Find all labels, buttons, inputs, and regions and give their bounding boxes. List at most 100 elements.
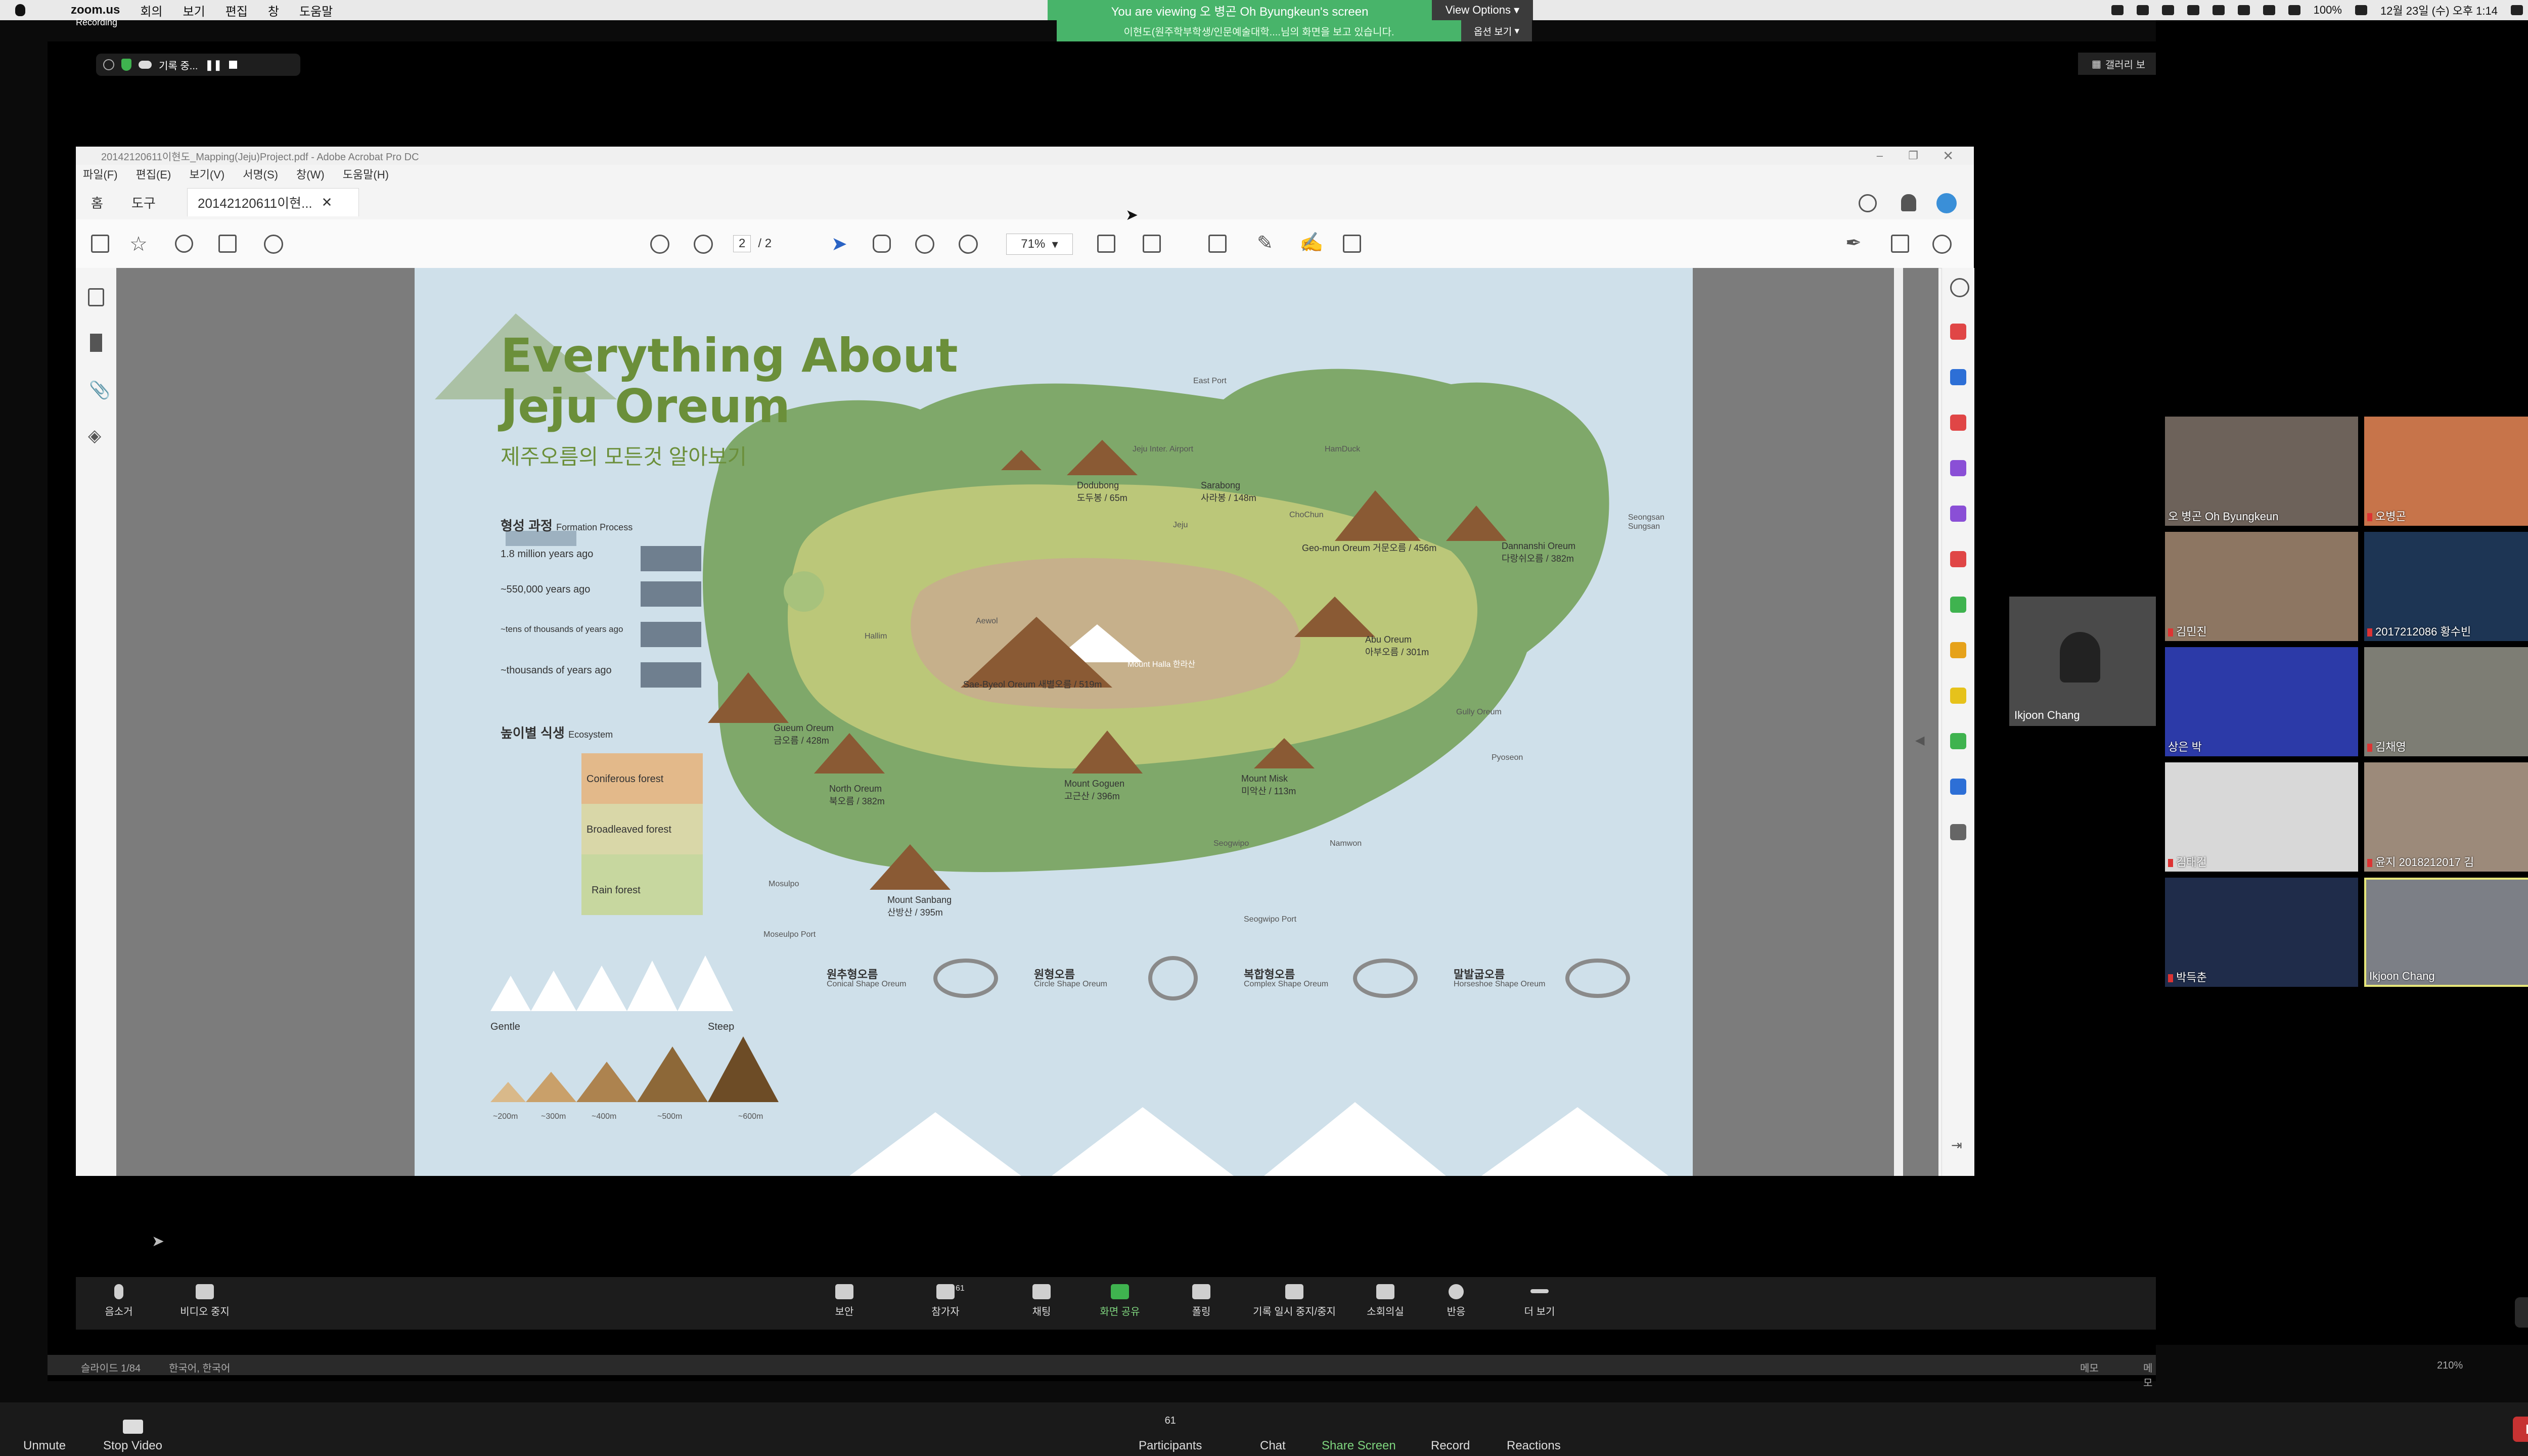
menu-view[interactable]: 보기(V) (189, 166, 224, 182)
polling-button[interactable]: 폴링 (1186, 1284, 1216, 1318)
menu-window[interactable]: 창(W) (296, 166, 325, 182)
scroll-mode-icon[interactable] (1143, 235, 1161, 253)
fill-sign-tool-icon[interactable] (1950, 506, 1966, 522)
participant-tile[interactable]: 2017212086 황수빈 (2364, 532, 2528, 641)
tab-home[interactable]: 홈 (91, 188, 103, 216)
account-avatar-icon[interactable] (1936, 193, 1957, 213)
fit-page-icon[interactable] (1097, 235, 1115, 253)
menu-item-help[interactable]: 도움말 (299, 2, 333, 19)
edit-pdf-icon[interactable] (1950, 460, 1966, 476)
layers-icon[interactable]: ◈ (88, 426, 101, 446)
share-screen-button[interactable]: 화면 공유 (1092, 1284, 1148, 1318)
create-pdf-icon[interactable] (1950, 324, 1966, 340)
menu-app-name[interactable]: zoom.us (71, 3, 120, 17)
reactions-button[interactable]: 반응 (1441, 1284, 1471, 1318)
page-down-icon[interactable] (694, 235, 713, 254)
participants-button[interactable]: 참가자 61 (925, 1284, 966, 1318)
participant-tile[interactable]: 김민진 (2165, 532, 2358, 641)
share-user-icon[interactable] (1932, 235, 1952, 254)
window-minimize-icon[interactable]: – (1877, 149, 1883, 162)
select-cursor-icon[interactable]: ➤ (831, 233, 847, 255)
reactions-button-main[interactable]: Reactions (1507, 1439, 1561, 1453)
cloud-icon[interactable] (2161, 5, 2174, 15)
export-pdf-icon[interactable] (1950, 369, 1966, 385)
help-icon[interactable] (1859, 194, 1877, 212)
participant-tile[interactable]: 박득춘 (2165, 878, 2358, 987)
participant-tile[interactable]: 오병곤 (2364, 417, 2528, 526)
spotlight-icon[interactable] (2511, 5, 2523, 15)
print-production-icon[interactable] (1950, 733, 1966, 749)
hand-tool-icon[interactable] (873, 235, 891, 253)
menu-datetime[interactable]: 12월 23일 (수) 오후 1:14 (2380, 2, 2498, 18)
chat-button-main[interactable]: Chat (1260, 1439, 1286, 1453)
highlight-pen-icon[interactable]: ✎ (1257, 232, 1273, 254)
print-icon[interactable] (218, 235, 237, 253)
grid-icon[interactable] (2212, 5, 2225, 15)
apple-icon[interactable] (15, 4, 25, 16)
enhance-scan-icon[interactable] (1950, 642, 1966, 658)
stop-video-button[interactable]: 비디오 중지 (172, 1284, 238, 1318)
more-button[interactable]: 더 보기 (1517, 1284, 1562, 1318)
gallery-view-button[interactable]: ▦ 갤러리 보 (2078, 53, 2159, 75)
gallery-more-icon[interactable] (2515, 1297, 2528, 1328)
pause-recording-icon[interactable]: ❚❚ (205, 59, 222, 71)
expand-right-panel-icon[interactable]: ⇥ (1951, 1138, 1962, 1153)
menu-help[interactable]: 도움말(H) (343, 166, 389, 182)
zoom-percent[interactable]: 210% (2437, 1360, 2463, 1372)
active-speaker-tile[interactable]: Ikjoon Chang (2009, 597, 2156, 726)
display-icon[interactable] (2136, 5, 2149, 15)
menu-item-window[interactable]: 창 (268, 2, 279, 19)
battery-icon[interactable] (2355, 5, 2367, 15)
menu-edit[interactable]: 편집(E) (136, 166, 171, 182)
zoom-level-select[interactable]: 71% ▾ (1006, 234, 1073, 255)
menu-sign[interactable]: 서명(S) (243, 166, 278, 182)
bluetooth-icon[interactable] (2237, 5, 2250, 15)
menu-item-edit[interactable]: 편집 (225, 2, 248, 19)
fill-sign-icon[interactable]: ✒ (1845, 232, 1862, 254)
collapse-right-icon[interactable]: ◀ (1915, 733, 1924, 748)
page-up-icon[interactable] (650, 235, 669, 254)
zoom-out-icon[interactable] (915, 235, 934, 254)
share-screen-button-main[interactable]: Share Screen (1322, 1439, 1396, 1453)
search-tool-icon[interactable] (1950, 278, 1969, 297)
security-button[interactable]: 보안 (829, 1284, 860, 1318)
info-icon[interactable] (103, 59, 114, 70)
menu-item-view[interactable]: 보기 (183, 2, 205, 19)
zoom-in-icon[interactable] (959, 235, 978, 254)
search-icon[interactable] (264, 235, 283, 254)
chat-button[interactable]: 채팅 (1026, 1284, 1057, 1318)
window-maximize-icon[interactable]: ❐ (1908, 149, 1918, 162)
comment-tool-icon[interactable] (1950, 688, 1966, 704)
gmail-icon[interactable] (2187, 5, 2199, 15)
participants-button-main[interactable]: 61 Participants (1139, 1415, 1202, 1453)
attachment-icon[interactable]: 📎 (89, 380, 110, 400)
vertical-scrollbar[interactable] (1894, 268, 1903, 1176)
organize-pages-icon[interactable] (1950, 415, 1966, 431)
protect-icon[interactable] (1950, 779, 1966, 795)
bookmarks-icon[interactable] (90, 334, 102, 352)
volume-icon[interactable] (2288, 5, 2300, 15)
participant-tile[interactable]: 김채영 (2364, 647, 2528, 756)
unmute-button[interactable]: Unmute (23, 1439, 66, 1453)
page-thumbnails-icon[interactable] (88, 288, 104, 306)
compress-icon[interactable] (1950, 597, 1966, 613)
comment-icon[interactable] (1208, 235, 1227, 253)
bookmark-star-icon[interactable]: ☆ (129, 233, 148, 256)
page-number-input[interactable]: 2 (733, 235, 751, 252)
notification-bell-icon[interactable] (1901, 194, 1916, 211)
record-pause-stop-button[interactable]: 기록 일시 중지/중지 (1244, 1284, 1345, 1318)
participant-tile[interactable]: 상은 박 (2165, 647, 2358, 756)
more-tools-icon[interactable] (1950, 824, 1966, 840)
record-button-main[interactable]: Record (1431, 1439, 1470, 1453)
stamp-icon[interactable] (1343, 235, 1361, 253)
mute-button[interactable]: 음소거 (101, 1284, 137, 1318)
participant-tile[interactable]: 김태건 (2165, 762, 2358, 872)
mail-icon[interactable] (1891, 235, 1909, 253)
view-options-button[interactable]: View Options ▾ (1432, 0, 1533, 20)
participant-tile-active[interactable]: Ikjoon Chang (2364, 878, 2528, 987)
leave-button[interactable]: Leave (2513, 1417, 2528, 1442)
close-tab-icon[interactable]: ✕ (322, 195, 333, 210)
tab-tools[interactable]: 도구 (131, 188, 156, 216)
window-close-icon[interactable]: ✕ (1943, 148, 1954, 164)
draw-icon[interactable]: ✍ (1299, 232, 1323, 254)
